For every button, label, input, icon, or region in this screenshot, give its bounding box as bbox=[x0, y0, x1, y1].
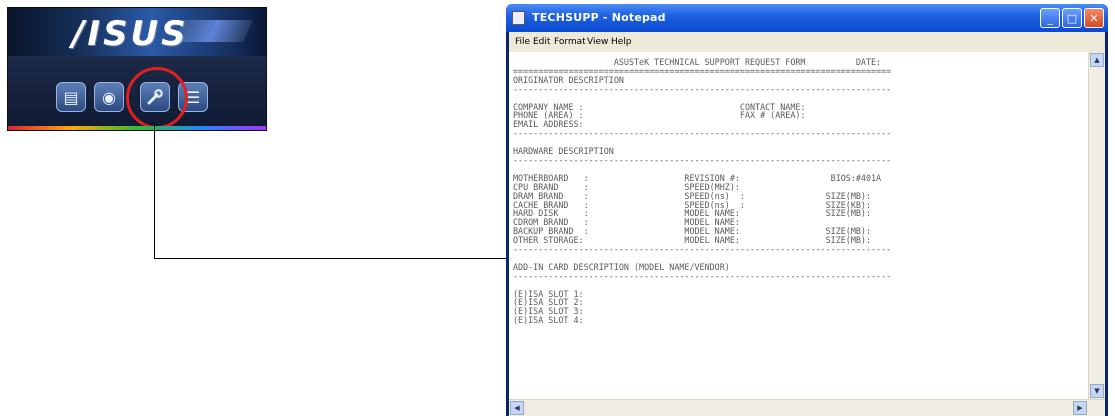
maximize-button[interactable]: □ bbox=[1062, 8, 1082, 28]
notepad-icon bbox=[512, 11, 525, 25]
menu-file[interactable]: File bbox=[515, 37, 530, 47]
text-line: (E)ISA SLOT 4: bbox=[513, 315, 584, 326]
menu-edit[interactable]: Edit bbox=[533, 37, 550, 47]
scroll-right-icon[interactable]: ▶ bbox=[1073, 401, 1087, 415]
rainbow-strip bbox=[8, 126, 266, 130]
text-line: (E)ISA SLOT 3: bbox=[513, 306, 584, 317]
text-line: ----------------------------------------… bbox=[513, 83, 892, 94]
close-button[interactable]: ✕ bbox=[1084, 8, 1104, 28]
minimize-button[interactable]: _ bbox=[1040, 8, 1060, 28]
vertical-scrollbar[interactable]: ▲ ▼ bbox=[1088, 52, 1105, 400]
text-line: (E)ISA SLOT 2: bbox=[513, 297, 584, 308]
menu-view[interactable]: View bbox=[587, 37, 608, 47]
menu-bar: File Edit Format View Help bbox=[509, 32, 1105, 52]
scroll-up-icon[interactable]: ▲ bbox=[1090, 53, 1104, 67]
cd-icon[interactable]: ◉ bbox=[94, 82, 124, 112]
menu-help[interactable]: Help bbox=[611, 37, 632, 47]
scroll-left-icon[interactable]: ◀ bbox=[510, 401, 524, 415]
document-text[interactable]: ASUSTeK TECHNICAL SUPPORT REQUEST FORM D… bbox=[513, 58, 1089, 398]
title-bar[interactable]: TECHSUPP - Notepad _ □ ✕ bbox=[506, 4, 1108, 32]
notes-icon[interactable]: ▤ bbox=[56, 82, 86, 112]
asus-panel: /ISUS ▤ ◉ ☰ bbox=[7, 7, 267, 131]
banner-streak bbox=[172, 20, 254, 42]
connector-vertical bbox=[154, 122, 155, 259]
text-line: ----------------------------------------… bbox=[513, 270, 892, 281]
text-line: ----------------------------------------… bbox=[513, 154, 892, 165]
horizontal-scrollbar[interactable]: ◀ ▶ bbox=[509, 399, 1105, 416]
notepad-window: TECHSUPP - Notepad _ □ ✕ File Edit Forma… bbox=[506, 4, 1108, 416]
text-line: ----------------------------------------… bbox=[513, 128, 892, 139]
text-line: (E)ISA SLOT 1: bbox=[513, 288, 584, 299]
text-line: PHONE (AREA) : FAX # (AREA): bbox=[513, 110, 806, 121]
asus-logo: /ISUS bbox=[72, 14, 189, 54]
menu-format[interactable]: Format bbox=[554, 37, 586, 47]
asus-banner: /ISUS bbox=[8, 8, 266, 56]
highlight-circle bbox=[126, 67, 188, 129]
text-area[interactable]: ASUSTeK TECHNICAL SUPPORT REQUEST FORM D… bbox=[509, 52, 1105, 416]
scroll-down-icon[interactable]: ▼ bbox=[1090, 384, 1104, 398]
text-line: ----------------------------------------… bbox=[513, 244, 892, 255]
window-title: TECHSUPP - Notepad bbox=[532, 11, 666, 24]
connector-horizontal bbox=[154, 258, 506, 259]
text-line bbox=[513, 281, 1089, 290]
